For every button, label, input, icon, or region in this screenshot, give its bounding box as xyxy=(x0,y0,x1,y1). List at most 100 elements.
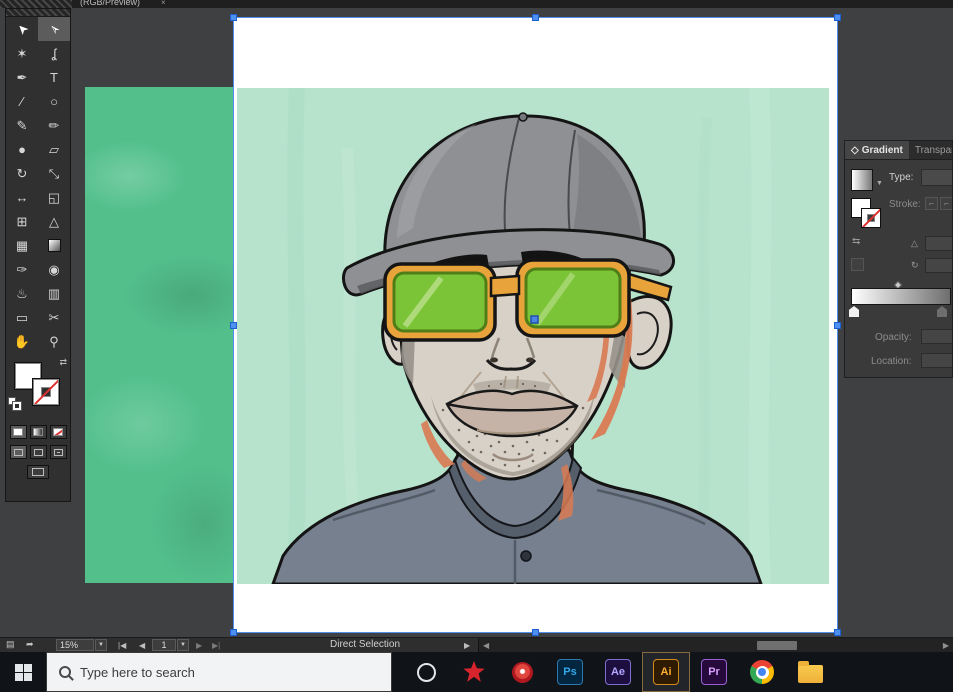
reverse-gradient-icon[interactable]: ⇆ xyxy=(852,236,860,247)
artboard[interactable] xyxy=(230,14,841,636)
gradient-swatch-dropdown-icon[interactable]: ▼ xyxy=(876,180,883,187)
selection-handle-s[interactable] xyxy=(532,629,539,636)
artboard-dropdown-icon[interactable]: ▼ xyxy=(177,639,189,651)
gradient-slider-bar[interactable] xyxy=(851,288,951,305)
draw-inside-button[interactable] xyxy=(49,445,67,459)
next-artboard-button[interactable]: ▶ xyxy=(196,641,202,650)
photoshop-button[interactable]: Ps xyxy=(546,652,594,692)
red-app-2-button[interactable] xyxy=(498,652,546,692)
panel-stroke-proxy[interactable] xyxy=(861,208,881,228)
status-expander-icon[interactable]: ▶ xyxy=(464,641,470,650)
artboard-number-field[interactable]: 1 xyxy=(152,639,176,651)
scroll-right-icon[interactable]: ▶ xyxy=(943,641,949,650)
gradient-tool[interactable] xyxy=(38,233,70,257)
close-icon[interactable]: × xyxy=(161,0,166,7)
perspective-grid-tool[interactable]: △ xyxy=(38,209,70,233)
search-input[interactable] xyxy=(80,664,350,680)
cortana-button[interactable] xyxy=(402,652,450,692)
location-input[interactable] xyxy=(921,353,952,368)
selected-anchor-point[interactable] xyxy=(530,315,539,324)
portrait-illustration[interactable] xyxy=(237,88,829,584)
last-artboard-button[interactable]: ▶| xyxy=(212,641,220,650)
lasso-tool[interactable]: ʆ xyxy=(38,41,70,65)
swap-fill-stroke-icon[interactable]: ⇄ xyxy=(59,357,67,368)
illustrator-button[interactable]: Ai xyxy=(642,652,690,692)
first-artboard-button[interactable]: |◀ xyxy=(118,641,126,650)
selection-handle-n[interactable] xyxy=(532,14,539,21)
gradient-annotator-button[interactable] xyxy=(851,258,864,271)
export-icon[interactable]: ➦ xyxy=(26,639,34,650)
stroke-swatch[interactable] xyxy=(33,379,59,405)
draw-behind-button[interactable] xyxy=(29,445,47,459)
sunglasses[interactable] xyxy=(383,258,673,342)
selection-tool[interactable]: ➤ xyxy=(6,17,38,41)
green-backdrop-object[interactable] xyxy=(85,87,233,583)
none-button[interactable] xyxy=(49,425,67,439)
selection-handle-nw[interactable] xyxy=(230,14,237,21)
pencil-tool[interactable]: ✏ xyxy=(38,113,70,137)
symbol-sprayer-tool[interactable]: ♨ xyxy=(6,281,38,305)
after-effects-button[interactable]: Ae xyxy=(594,652,642,692)
taskbar-search[interactable] xyxy=(46,652,392,692)
color-button[interactable] xyxy=(9,425,27,439)
zoom-dropdown-icon[interactable]: ▼ xyxy=(95,639,107,651)
selection-handle-sw[interactable] xyxy=(230,629,237,636)
gradient-type-dropdown[interactable] xyxy=(921,169,952,186)
scrollbar-thumb[interactable] xyxy=(757,641,797,650)
direct-selection-tool[interactable]: ➢ xyxy=(38,17,70,41)
blend-tool[interactable]: ◉ xyxy=(38,257,70,281)
zoom-level-field[interactable]: 15% xyxy=(56,639,94,651)
artboard-tool[interactable]: ▭ xyxy=(6,305,38,329)
selection-handle-se[interactable] xyxy=(834,629,841,636)
stroke-gradient-btn-1[interactable]: ⌐ xyxy=(925,197,938,210)
pen-tool[interactable]: ✒ xyxy=(6,65,38,89)
magic-wand-tool[interactable]: ✶ xyxy=(6,41,38,65)
document-info-icon[interactable]: ▤ xyxy=(6,639,15,650)
ellipse-tool[interactable]: ○ xyxy=(38,89,70,113)
stroke-gradient-btn-2[interactable]: ⌐ xyxy=(940,197,952,210)
gradient-angle-input[interactable] xyxy=(925,236,952,251)
start-button[interactable] xyxy=(0,652,46,692)
file-explorer-button[interactable] xyxy=(786,652,834,692)
premiere-button[interactable]: Pr xyxy=(690,652,738,692)
selection-handle-ne[interactable] xyxy=(834,14,841,21)
tab-gradient[interactable]: ◇ Gradient xyxy=(845,141,909,159)
document-title: (RGB/Preview) xyxy=(80,0,141,7)
red-app-1-button[interactable] xyxy=(450,652,498,692)
shape-builder-tool[interactable]: ⊞ xyxy=(6,209,38,233)
gradient-stop-left[interactable] xyxy=(849,306,859,317)
tab-transparency[interactable]: Transpare xyxy=(909,141,952,159)
selection-handle-e[interactable] xyxy=(834,322,841,329)
hand-tool[interactable]: ✋ xyxy=(6,329,38,353)
line-segment-tool[interactable]: ∕ xyxy=(6,89,38,113)
width-tool[interactable]: ↔ xyxy=(6,185,38,209)
free-transform-tool[interactable]: ◱ xyxy=(38,185,70,209)
eyedropper-tool[interactable]: ✑ xyxy=(6,257,38,281)
draw-normal-button[interactable] xyxy=(9,445,27,459)
screen-mode-button[interactable] xyxy=(27,465,49,479)
column-graph-tool[interactable]: ▥ xyxy=(38,281,70,305)
blob-brush-tool[interactable]: ● xyxy=(6,137,38,161)
gradient-swatch[interactable] xyxy=(851,169,873,191)
scale-tool[interactable]: ⤡ xyxy=(38,161,70,185)
scroll-left-icon[interactable]: ◀ xyxy=(483,641,489,650)
slice-tool[interactable]: ✂ xyxy=(38,305,70,329)
tools-panel-grip[interactable] xyxy=(6,9,70,17)
selection-handle-w[interactable] xyxy=(230,322,237,329)
paintbrush-tool[interactable]: ✎ xyxy=(6,113,38,137)
gradient-aspect-input[interactable] xyxy=(925,258,952,273)
default-fill-stroke-icon[interactable] xyxy=(8,397,22,411)
mesh-tool[interactable]: ▦ xyxy=(6,233,38,257)
opacity-input[interactable] xyxy=(921,329,952,344)
rotate-tool[interactable]: ↻ xyxy=(6,161,38,185)
horizontal-scrollbar[interactable]: ◀ ▶ xyxy=(478,638,953,653)
gradient-stop-right[interactable] xyxy=(937,306,947,317)
eraser-tool[interactable]: ▱ xyxy=(38,137,70,161)
prev-artboard-button[interactable]: ◀ xyxy=(139,641,145,650)
canvas-pasteboard[interactable] xyxy=(0,8,953,637)
panel-grip[interactable] xyxy=(0,0,72,8)
type-tool[interactable]: T xyxy=(38,65,70,89)
chrome-button[interactable] xyxy=(738,652,786,692)
zoom-tool[interactable]: ⚲ xyxy=(38,329,70,353)
gradient-button[interactable] xyxy=(29,425,47,439)
